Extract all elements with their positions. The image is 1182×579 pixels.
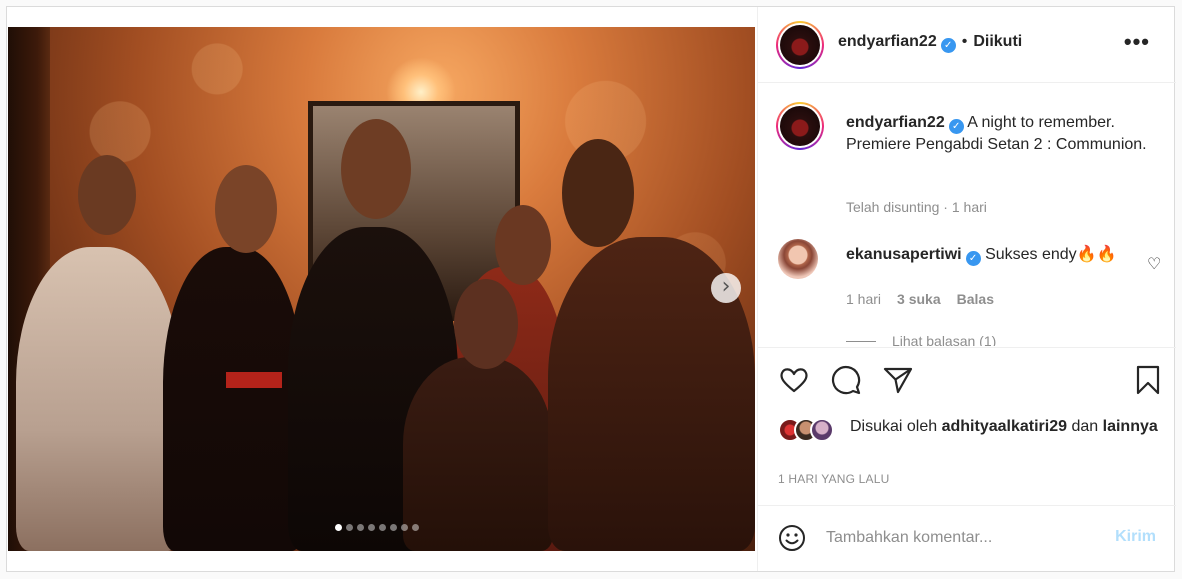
photo-person — [163, 247, 303, 551]
verified-icon: ✓ — [965, 251, 981, 266]
photo-person-head — [495, 205, 551, 285]
author-username[interactable]: endyarfian22 — [838, 33, 937, 50]
paper-plane-icon[interactable] — [882, 364, 914, 396]
post-header: endyarfian22 ✓ • Diikuti ••• — [758, 7, 1176, 83]
edited-label: Telah disunting — [846, 199, 940, 215]
separator-dot: • — [961, 33, 968, 50]
commenter-username[interactable]: ekanusapertiwi — [846, 246, 962, 263]
carousel-dot — [368, 524, 375, 531]
comment: ekanusapertiwi ✓ Sukses endy🔥🔥 — [846, 244, 1117, 266]
comment-meta: 1 hari 3 suka Balas — [846, 291, 994, 307]
heart-icon[interactable] — [778, 364, 810, 396]
post-photo[interactable]: › — [8, 27, 755, 551]
verified-icon: ✓ — [948, 119, 964, 134]
post-modal: › endyarfian22 ✓ • Diikuti ••• endyarfian22… — [6, 6, 1176, 572]
photo-person — [403, 357, 553, 551]
comment-icon[interactable] — [830, 364, 862, 396]
fire-emoji: 🔥🔥 — [1076, 246, 1117, 263]
photo-person — [16, 247, 181, 551]
carousel-dot — [335, 524, 342, 531]
caption-meta: Telah disunting · 1 hari — [846, 199, 987, 215]
comment-text: Sukses endy — [985, 246, 1077, 263]
comment-like-icon[interactable]: ♡ — [1147, 254, 1161, 273]
photo-person-head — [562, 139, 634, 247]
comment-input[interactable] — [826, 526, 1096, 550]
liker-username[interactable]: adhityaalkatiri29 — [942, 418, 1067, 435]
comment-time[interactable]: 1 hari — [846, 291, 881, 307]
caption-time[interactable]: 1 hari — [952, 199, 987, 215]
photo-person-head — [454, 279, 518, 369]
caption-author-avatar[interactable] — [776, 102, 824, 150]
verified-icon: ✓ — [940, 38, 956, 53]
photo-person-head — [215, 165, 277, 253]
liker-avatar — [810, 418, 834, 442]
commenter-avatar[interactable] — [778, 239, 818, 279]
caption-username[interactable]: endyarfian22 — [846, 114, 945, 131]
view-replies[interactable]: Lihat balasan (1) — [846, 333, 996, 346]
bookmark-icon[interactable] — [1132, 364, 1164, 396]
carousel-dot — [379, 524, 386, 531]
author-line: endyarfian22 ✓ • Diikuti — [838, 33, 1022, 53]
liked-avatars[interactable] — [778, 418, 834, 442]
comments-section: endyarfian22 ✓ A night to remember. Premi… — [758, 84, 1176, 346]
post-sidebar: endyarfian22 ✓ • Diikuti ••• endyarfian22 ✓ … — [757, 7, 1176, 571]
view-replies-label[interactable]: Lihat balasan (1) — [892, 333, 996, 346]
more-options-icon[interactable]: ••• — [1124, 29, 1150, 55]
author-avatar[interactable] — [776, 21, 824, 69]
reply-button[interactable]: Balas — [957, 291, 994, 307]
post-comment-button[interactable]: Kirim — [1115, 528, 1156, 546]
likes-connector: dan — [1071, 418, 1099, 435]
carousel-dot — [401, 524, 408, 531]
comment-composer: Kirim — [758, 505, 1176, 571]
photo-person-head — [341, 119, 411, 219]
replies-line — [846, 340, 876, 342]
carousel-indicator — [335, 524, 419, 531]
photo-person-head — [78, 155, 136, 235]
carousel-dot — [412, 524, 419, 531]
carousel-dot — [390, 524, 397, 531]
post-actions: Disukai oleh adhityaalkatiri29 dan lainn… — [758, 347, 1176, 505]
comment-likes[interactable]: 3 suka — [897, 291, 941, 307]
photo-sash — [226, 372, 282, 388]
carousel-next-button[interactable]: › — [711, 273, 741, 303]
smiley-icon[interactable] — [778, 524, 806, 552]
follow-status-button[interactable]: Diikuti — [973, 33, 1022, 50]
likes-summary: Disukai oleh adhityaalkatiri29 dan lainn… — [850, 416, 1160, 438]
likes-prefix: Disukai oleh — [850, 418, 938, 435]
likes-others[interactable]: lainnya — [1103, 418, 1158, 435]
carousel-dot — [357, 524, 364, 531]
carousel-dot — [346, 524, 353, 531]
caption: endyarfian22 ✓ A night to remember. Premi… — [846, 112, 1156, 156]
post-timestamp[interactable]: 1 HARI YANG LALU — [778, 472, 889, 486]
